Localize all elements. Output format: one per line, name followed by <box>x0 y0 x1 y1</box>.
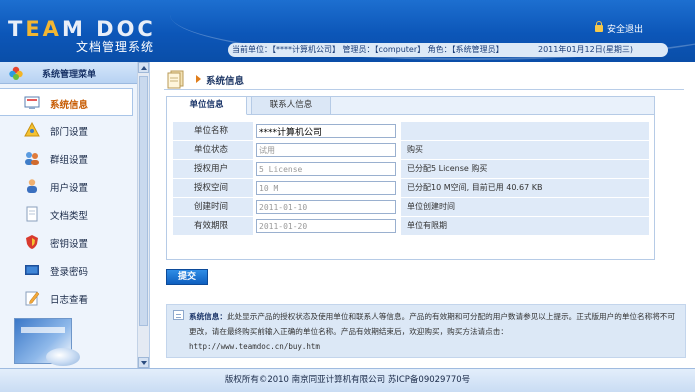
org-icon <box>24 122 40 137</box>
field-label: 单位名称 <box>193 126 228 136</box>
sidebar-menu: 系统信息 部门设置 群组设置 用户设置 文档类型 密钥设置 登录密码 日志查看 <box>0 88 137 312</box>
sidebar-scrollbar[interactable] <box>137 62 149 368</box>
tab-contact-info[interactable]: 联系人信息 <box>251 97 331 115</box>
sidebar-item-label: 文档类型 <box>50 211 89 222</box>
sidebar-item-label: 登录密码 <box>50 267 89 278</box>
system-info-note: 系统信息：此处显示产品的授权状态及使用单位和联系人等信息。产品的有效期和可分配的… <box>166 304 686 358</box>
sidebar-header: 系统管理菜单 <box>0 62 137 84</box>
field-note <box>405 122 649 140</box>
sidebar-item-login-password[interactable]: 登录密码 <box>0 256 137 284</box>
logout-link[interactable]: 安全退出 <box>594 21 643 35</box>
field-label: 单位状态 <box>193 145 228 155</box>
sidebar-item-label: 用户设置 <box>50 183 89 194</box>
expiry-date-field <box>256 219 396 233</box>
sidebar-item-label: 系统信息 <box>50 100 89 111</box>
edit-icon <box>25 291 40 306</box>
user-info-text: 当前单位：【****计算机公司】 管理员：【computer】 角色：【系统管理… <box>232 45 504 54</box>
scroll-up-button[interactable] <box>138 62 149 73</box>
sidebar: 系统管理菜单 系统信息 部门设置 群组设置 用户设置 文档类型 密钥设置 登录密… <box>0 62 150 368</box>
logout-label: 安全退出 <box>606 25 643 35</box>
product-disc-image <box>46 348 80 366</box>
group-icon <box>25 152 39 165</box>
app-header: TEAM DOC 文档管理系统 安全退出 当前单位：【****计算机公司】 管理… <box>0 0 695 62</box>
user-info-bar: 当前单位：【****计算机公司】 管理员：【computer】 角色：【系统管理… <box>228 43 668 57</box>
form-row-licensed-users: 授权用户 已分配5 License 购买 <box>173 160 649 178</box>
sidebar-item-system-info[interactable]: 系统信息 <box>0 88 133 116</box>
sidebar-item-departments[interactable]: 部门设置 <box>0 116 137 144</box>
document-icon <box>26 206 38 222</box>
buy-link[interactable]: http://www.teamdoc.cn/buy.htm <box>189 342 320 351</box>
logo: TEAM DOC 文档管理系统 <box>8 17 156 54</box>
field-label: 创建时间 <box>193 202 228 212</box>
copyright-text: 版权所有©2010 南京同亚计算机有限公司 苏ICP备09029770号 <box>224 375 471 385</box>
tab-unit-info[interactable]: 单位信息 <box>167 97 247 115</box>
note-title: 系统信息： <box>189 312 227 321</box>
main-content: 系统信息 单位信息 联系人信息 单位名称 单位状态 购买 授权用户 已分配5 L… <box>150 62 695 368</box>
footer: 版权所有©2010 南京同亚计算机有限公司 苏ICP备09029770号 <box>0 368 695 392</box>
unit-status-field <box>256 143 396 157</box>
breadcrumb: 系统信息 <box>164 68 684 90</box>
sidebar-item-label: 日志查看 <box>50 295 89 306</box>
user-icon <box>27 179 37 193</box>
form-row-created-date: 创建时间 单位创建时间 <box>173 198 649 216</box>
form-row-licensed-space: 授权空间 已分配10 M空间, 目前已用 40.67 KB <box>173 179 649 197</box>
created-date-field <box>256 200 396 214</box>
page-title: 系统信息 <box>206 76 245 87</box>
sidebar-item-users[interactable]: 用户设置 <box>0 172 137 200</box>
sidebar-item-label: 群组设置 <box>50 155 89 166</box>
field-label: 授权空间 <box>193 183 228 193</box>
sidebar-item-groups[interactable]: 群组设置 <box>0 144 137 172</box>
sidebar-item-logs[interactable]: 日志查看 <box>0 284 137 312</box>
form-row-unit-status: 单位状态 购买 <box>173 141 649 159</box>
document-stack-icon <box>167 70 184 89</box>
sidebar-item-label: 部门设置 <box>50 127 89 138</box>
sidebar-item-label: 密钥设置 <box>50 239 89 250</box>
field-note: 单位有限期 <box>407 221 447 230</box>
form-row-unit-name: 单位名称 <box>173 122 649 140</box>
sidebar-title: 系统管理菜单 <box>42 70 97 80</box>
scroll-thumb[interactable] <box>139 76 148 326</box>
unit-name-input[interactable] <box>256 124 396 138</box>
monitor-icon <box>24 96 40 109</box>
breadcrumb-arrow-icon <box>196 75 201 83</box>
sidebar-item-keys[interactable]: 密钥设置 <box>0 228 137 256</box>
field-label: 授权用户 <box>193 164 228 174</box>
note-text: 此处显示产品的授权状态及使用单位和联系人等信息。产品的有效期和可分配的用户数请参… <box>189 312 675 336</box>
tab-bar: 单位信息 联系人信息 <box>167 97 654 115</box>
app-title: 文档管理系统 <box>76 40 155 54</box>
unit-info-form: 单位名称 单位状态 购买 授权用户 已分配5 License 购买 授权空间 已… <box>173 122 649 236</box>
field-note: 已分配5 License 购买 <box>407 164 488 173</box>
lock-icon <box>594 21 603 32</box>
licensed-users-field <box>256 162 396 176</box>
info-panel: 单位信息 联系人信息 单位名称 单位状态 购买 授权用户 已分配5 Licens… <box>166 96 655 260</box>
date-text: 2011年01月12日(星期三) <box>538 45 633 54</box>
form-row-expiry-date: 有效期限 单位有限期 <box>173 217 649 235</box>
shield-icon <box>26 235 38 249</box>
sidebar-item-doc-types[interactable]: 文档类型 <box>0 200 137 228</box>
submit-button[interactable]: 提交 <box>166 269 208 285</box>
note-icon <box>173 310 184 320</box>
field-note: 已分配10 M空间, 目前已用 40.67 KB <box>407 183 543 192</box>
field-note: 购买 <box>407 145 423 154</box>
flower-icon <box>9 66 23 80</box>
licensed-space-field <box>256 181 396 195</box>
logo-text: TEAM DOC <box>8 17 156 41</box>
field-label: 有效期限 <box>193 221 228 231</box>
screen-icon <box>25 265 39 275</box>
scroll-down-button[interactable] <box>138 357 149 368</box>
field-note: 单位创建时间 <box>407 202 455 211</box>
